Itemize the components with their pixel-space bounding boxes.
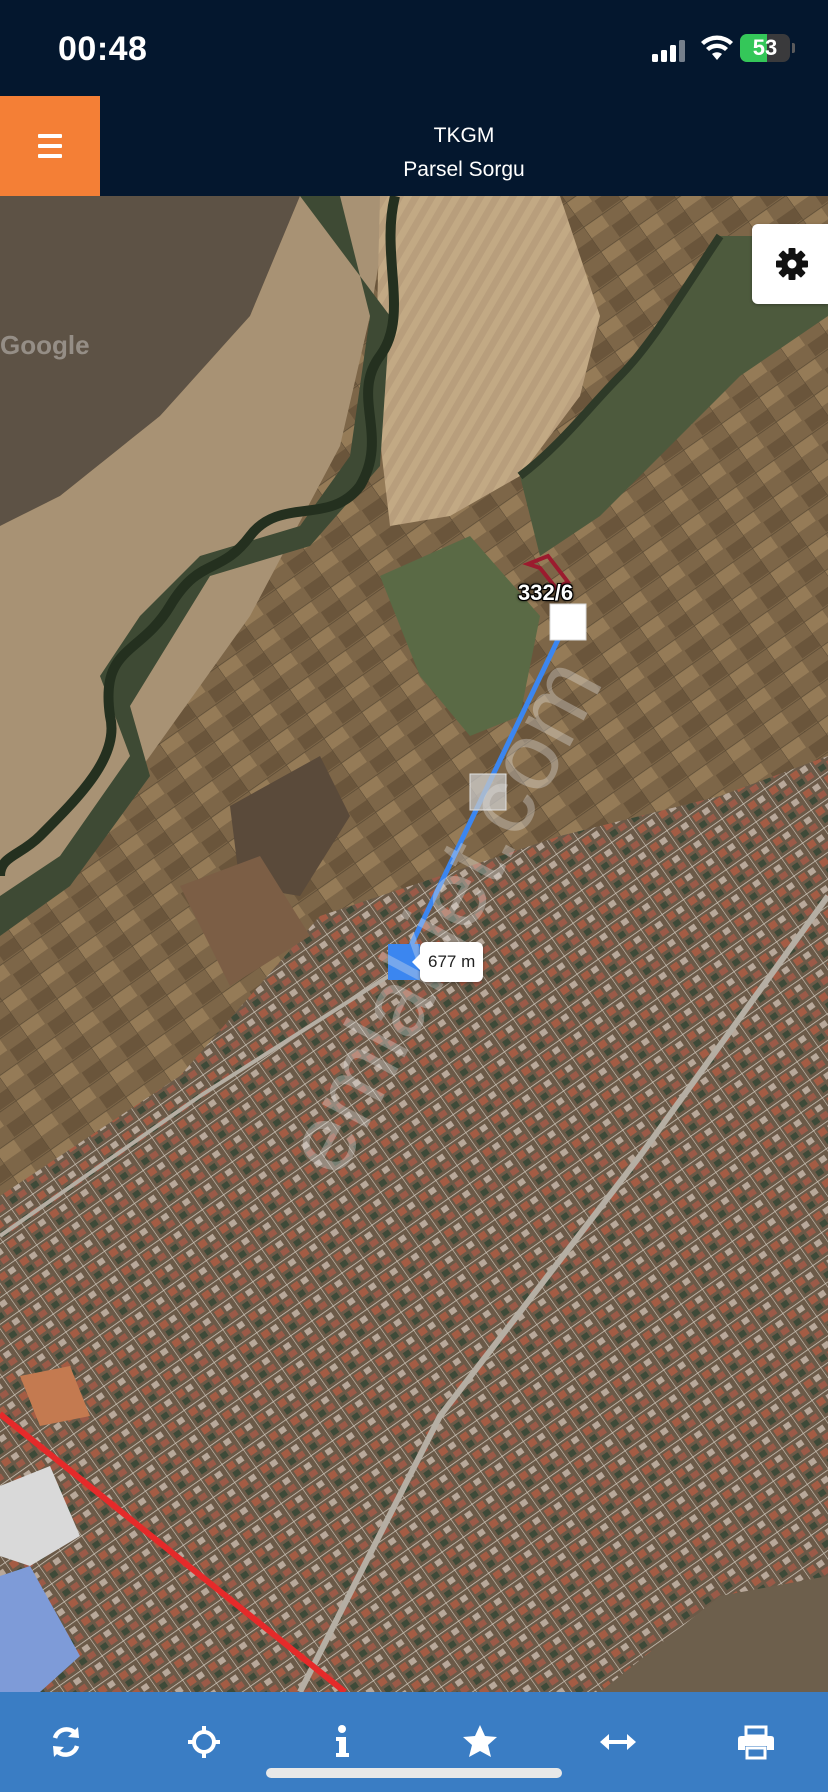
refresh-icon[interactable]	[42, 1718, 90, 1766]
page-title: TKGM	[433, 124, 495, 147]
app-header: TKGM Parsel Sorgu	[0, 96, 828, 196]
map-provider-mark: Google	[0, 330, 90, 360]
status-time: 00:48	[58, 30, 148, 68]
status-bar: 00:48 53	[0, 0, 828, 96]
horizontal-arrows-icon[interactable]	[594, 1718, 642, 1766]
cellular-signal-icon	[652, 38, 688, 62]
printer-icon[interactable]	[732, 1718, 780, 1766]
menu-button[interactable]	[0, 96, 100, 196]
star-icon[interactable]	[456, 1718, 504, 1766]
satellite-map[interactable]: Google emlakjet.com 332/6 677 m	[0, 196, 828, 1692]
battery-percent: 53	[752, 35, 778, 60]
crosshair-icon[interactable]	[180, 1718, 228, 1766]
hamburger-menu-icon	[38, 134, 62, 138]
wifi-icon	[701, 35, 733, 60]
parcel-label[interactable]: 332/6	[518, 580, 573, 606]
gear-icon	[776, 248, 808, 280]
page-subtitle: Parsel Sorgu	[403, 158, 525, 181]
battery-cap	[792, 43, 795, 53]
map-settings-button[interactable]	[752, 224, 828, 304]
hamburger-menu-icon-line	[38, 154, 62, 158]
home-indicator	[266, 1768, 562, 1778]
battery-indicator: 53	[740, 34, 790, 62]
hamburger-menu-icon-line	[38, 144, 62, 148]
distance-label: 677 m	[411, 942, 484, 982]
info-icon[interactable]	[318, 1718, 366, 1766]
